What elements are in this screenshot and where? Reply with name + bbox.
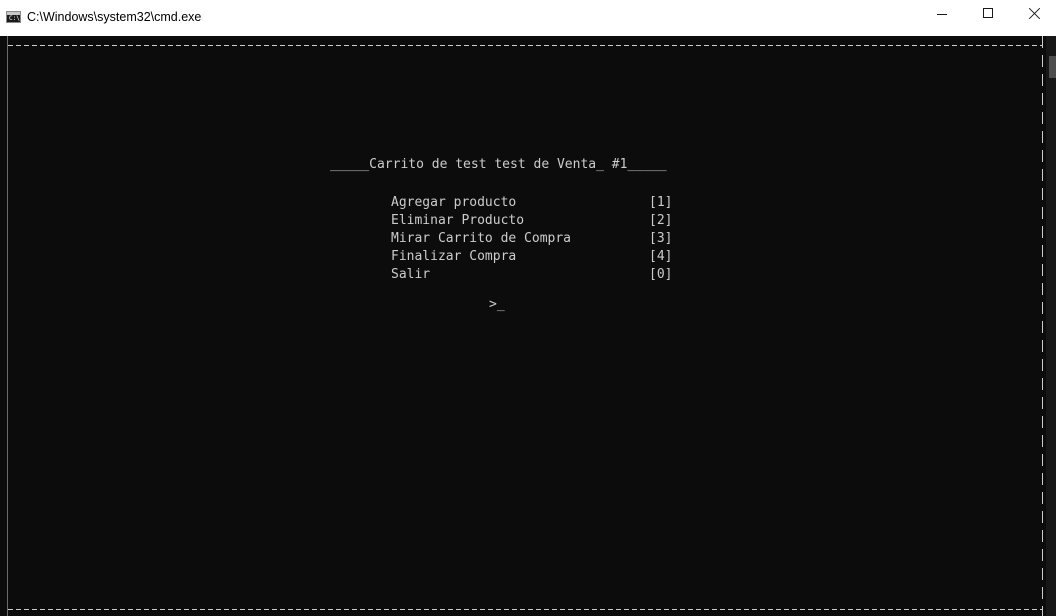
maximize-icon: [983, 8, 993, 18]
menu-item-key: [2]: [649, 213, 673, 228]
menu-item-label: Eliminar Producto: [391, 213, 525, 228]
console-left-border: [7, 36, 8, 616]
scrollbar-thumb[interactable]: [1049, 56, 1056, 78]
vertical-scrollbar[interactable]: [1046, 36, 1056, 616]
dashed-border-right: [1042, 36, 1043, 616]
maximize-button[interactable]: [964, 0, 1010, 36]
minimize-icon: [937, 14, 947, 15]
menu-title: _____Carrito de test test de Venta_ #1__…: [330, 157, 667, 172]
minimize-button[interactable]: [918, 0, 964, 36]
menu-item-key: [3]: [649, 231, 673, 246]
close-icon: [1029, 8, 1040, 19]
close-button[interactable]: [1010, 0, 1056, 36]
menu-item-key: [1]: [649, 195, 673, 210]
menu-item: Salir [0]: [391, 266, 691, 284]
menu-item: Agregar producto [1]: [391, 194, 691, 212]
dashed-border-top: [8, 45, 1042, 46]
title-bar[interactable]: C:\ C:\Windows\system32\cmd.exe: [0, 0, 1056, 36]
cmd-console-icon[interactable]: C:\: [6, 11, 21, 23]
menu-item-key: [4]: [649, 249, 673, 264]
window-title: C:\Windows\system32\cmd.exe: [27, 10, 202, 24]
menu-item: Finalizar Compra [4]: [391, 248, 691, 266]
menu-list: Agregar producto [1] Eliminar Producto […: [391, 194, 691, 284]
menu-item-label: Salir: [391, 267, 431, 282]
dashed-border-bottom: [8, 609, 1042, 610]
cmd-icon-glyph: C:\: [9, 15, 20, 22]
console-area[interactable]: [0, 36, 1056, 616]
menu-item-key: [0]: [649, 267, 673, 282]
menu-item: Mirar Carrito de Compra [3]: [391, 230, 691, 248]
menu-item-label: Mirar Carrito de Compra: [391, 231, 572, 246]
menu-item-label: Agregar producto: [391, 195, 517, 210]
menu-item-label: Finalizar Compra: [391, 249, 517, 264]
menu-item: Eliminar Producto [2]: [391, 212, 691, 230]
input-prompt[interactable]: >_: [489, 295, 505, 314]
cmd-window: C:\ C:\Windows\system32\cmd.exe _____Car…: [0, 0, 1056, 616]
